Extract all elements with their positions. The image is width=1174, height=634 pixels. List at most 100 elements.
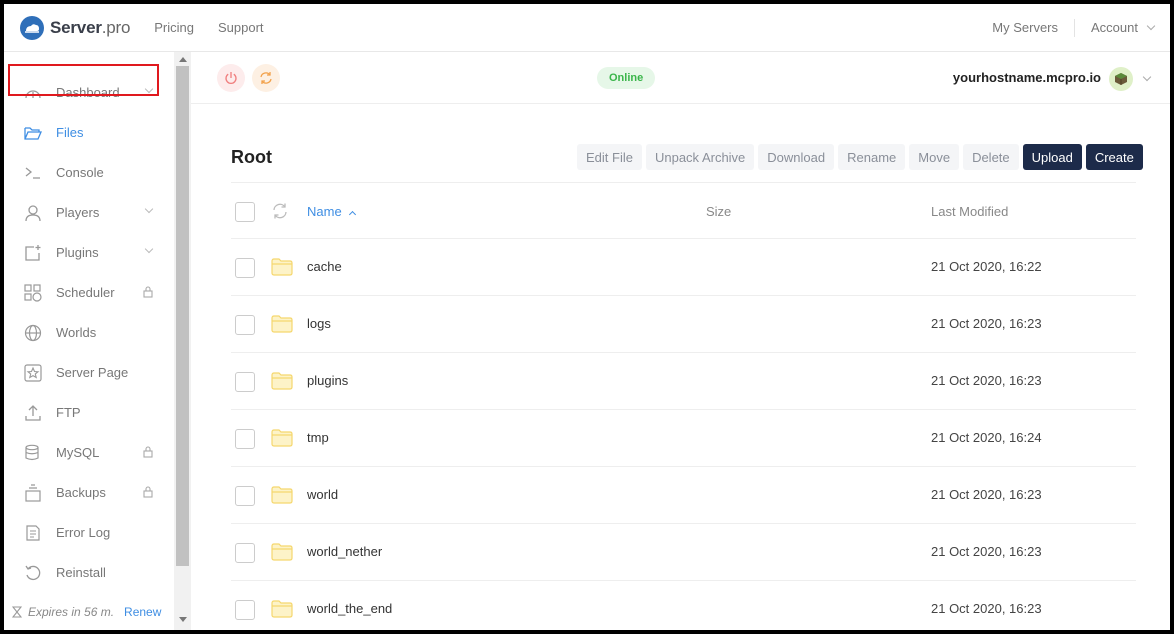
reinstall-icon — [25, 565, 41, 581]
folder-open-icon — [24, 127, 42, 140]
file-name[interactable]: tmp — [307, 430, 329, 445]
file-modified: 21 Oct 2020, 16:23 — [931, 487, 1042, 502]
select-all-checkbox[interactable] — [235, 202, 255, 222]
sidebar-item-scheduler[interactable]: Scheduler — [4, 272, 174, 312]
file-name[interactable]: world — [307, 487, 338, 502]
table-row[interactable]: world 21 Oct 2020, 16:23 — [231, 467, 1136, 524]
nav-pricing[interactable]: Pricing — [154, 20, 194, 35]
row-checkbox[interactable] — [235, 315, 255, 335]
sidebar-item-server-page[interactable]: Server Page — [4, 352, 174, 392]
sidebar-item-plugins[interactable]: Plugins — [4, 232, 174, 272]
folder-icon — [271, 372, 293, 390]
file-name[interactable]: plugins — [307, 373, 348, 388]
scroll-thumb[interactable] — [176, 66, 189, 566]
star-icon — [24, 364, 42, 382]
sort-asc-icon — [348, 210, 356, 219]
sidebar: Dashboard Files Console Players Plugins … — [4, 52, 174, 630]
brand-logo[interactable]: Server.pro — [20, 15, 130, 40]
row-checkbox[interactable] — [235, 372, 255, 392]
database-icon — [25, 444, 39, 461]
nav-my-servers[interactable]: My Servers — [992, 20, 1058, 35]
folder-icon — [271, 600, 293, 618]
column-size-header[interactable]: Size — [706, 204, 731, 219]
scheduler-icon — [24, 284, 42, 302]
sidebar-item-mysql[interactable]: MySQL — [4, 432, 174, 472]
power-icon — [225, 72, 237, 84]
chevron-down-icon — [144, 244, 154, 254]
scroll-down-arrow-icon[interactable] — [179, 617, 187, 622]
edit-file-button[interactable]: Edit File — [577, 144, 642, 170]
file-modified: 21 Oct 2020, 16:23 — [931, 316, 1042, 331]
account-label: Account — [1091, 20, 1138, 35]
file-name[interactable]: cache — [307, 259, 342, 274]
file-name[interactable]: logs — [307, 316, 331, 331]
move-button[interactable]: Move — [909, 144, 960, 170]
file-name[interactable]: world_the_end — [307, 601, 392, 616]
unpack-archive-button[interactable]: Unpack Archive — [645, 144, 755, 170]
table-row[interactable]: cache 21 Oct 2020, 16:22 — [231, 239, 1136, 296]
cloud-logo-icon — [20, 15, 44, 40]
lock-icon — [143, 486, 153, 498]
table-row[interactable]: tmp 21 Oct 2020, 16:24 — [231, 410, 1136, 467]
folder-icon — [271, 543, 293, 561]
column-name-header[interactable]: Name — [307, 204, 356, 219]
upload-button[interactable]: Upload — [1022, 144, 1082, 170]
row-checkbox[interactable] — [235, 486, 255, 506]
server-hostname[interactable]: yourhostname.mcpro.io — [953, 70, 1101, 85]
chevron-down-icon — [144, 204, 154, 214]
row-checkbox[interactable] — [235, 258, 255, 278]
table-row[interactable]: logs 21 Oct 2020, 16:23 — [231, 296, 1136, 353]
upload-icon — [25, 405, 41, 421]
account-menu[interactable]: Account — [1091, 20, 1156, 35]
app-window: Server.pro Pricing Support My Servers Ac… — [4, 4, 1170, 630]
file-modified: 21 Oct 2020, 16:23 — [931, 373, 1042, 388]
sidebar-item-players[interactable]: Players — [4, 192, 174, 232]
sidebar-item-label: Error Log — [56, 525, 111, 540]
row-checkbox[interactable] — [235, 543, 255, 563]
download-button[interactable]: Download — [758, 144, 835, 170]
file-name[interactable]: world_nether — [307, 544, 382, 559]
sidebar-scrollbar[interactable] — [174, 52, 191, 630]
refresh-icon[interactable] — [271, 202, 289, 220]
file-modified: 21 Oct 2020, 16:24 — [931, 430, 1042, 445]
nav-support[interactable]: Support — [218, 20, 264, 35]
table-row[interactable]: plugins 21 Oct 2020, 16:23 — [231, 353, 1136, 410]
row-checkbox[interactable] — [235, 429, 255, 449]
delete-button[interactable]: Delete — [963, 144, 1019, 170]
column-modified-header[interactable]: Last Modified — [931, 204, 1008, 219]
sidebar-item-error-log[interactable]: Error Log — [4, 512, 174, 552]
page-title: Root — [231, 147, 272, 167]
server-avatar[interactable] — [1109, 67, 1133, 91]
chevron-down-icon[interactable] — [1142, 72, 1152, 82]
sidebar-item-backups[interactable]: Backups — [4, 472, 174, 512]
file-table: Name Size Last Modified cache 21 Oct 202… — [231, 182, 1136, 630]
file-modified: 21 Oct 2020, 16:23 — [931, 544, 1042, 559]
sidebar-item-label: Server Page — [56, 365, 129, 380]
main-content: Online yourhostname.mcpro.io Root Edit F… — [191, 52, 1170, 630]
power-button[interactable] — [217, 64, 245, 92]
folder-icon — [271, 429, 293, 447]
file-modified: 21 Oct 2020, 16:23 — [931, 601, 1042, 616]
nav-right: My Servers Account — [992, 18, 1156, 37]
sidebar-item-files[interactable]: Files — [4, 112, 174, 152]
row-checkbox[interactable] — [235, 600, 255, 620]
create-button[interactable]: Create — [1085, 144, 1143, 170]
restart-icon — [260, 72, 272, 84]
sidebar-item-console[interactable]: Console — [4, 152, 174, 192]
sidebar-item-ftp[interactable]: FTP — [4, 392, 174, 432]
file-modified: 21 Oct 2020, 16:22 — [931, 259, 1042, 274]
rename-button[interactable]: Rename — [838, 144, 906, 170]
scroll-up-arrow-icon[interactable] — [179, 57, 187, 62]
table-row[interactable]: world_nether 21 Oct 2020, 16:23 — [231, 524, 1136, 581]
restart-button[interactable] — [252, 64, 280, 92]
sidebar-item-label: Reinstall — [56, 565, 106, 580]
folder-icon — [271, 486, 293, 504]
table-row[interactable]: world_the_end 21 Oct 2020, 16:23 — [231, 581, 1136, 630]
renew-link[interactable]: Renew — [124, 605, 161, 619]
sidebar-item-reinstall[interactable]: Reinstall — [4, 552, 174, 592]
table-header: Name Size Last Modified — [231, 182, 1136, 239]
sidebar-item-worlds[interactable]: Worlds — [4, 312, 174, 352]
top-navbar: Server.pro Pricing Support My Servers Ac… — [4, 4, 1170, 52]
globe-icon — [24, 324, 42, 342]
minecraft-block-icon — [1115, 73, 1127, 85]
